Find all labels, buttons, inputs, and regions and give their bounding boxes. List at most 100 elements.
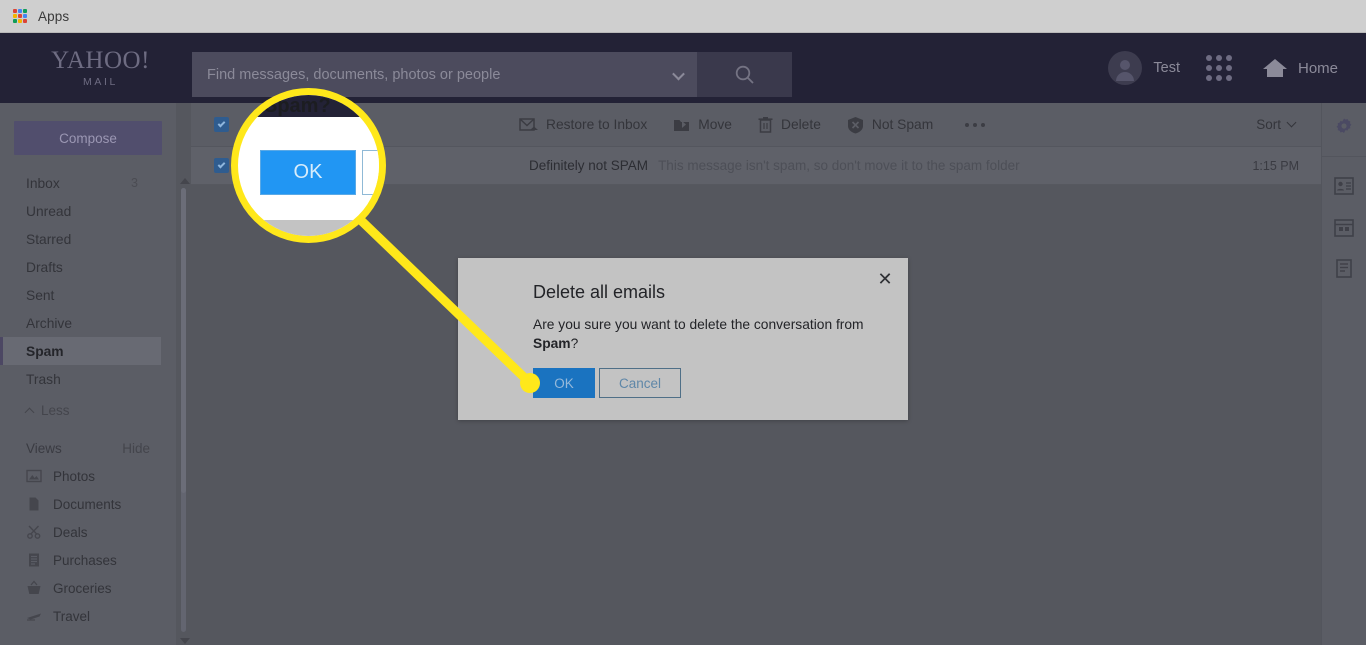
magnified-heading: Spam?	[264, 95, 331, 117]
notepad-icon	[1336, 258, 1352, 278]
chevron-down-icon	[1286, 117, 1297, 128]
view-label: Travel	[53, 608, 91, 624]
sidebar-item-unread[interactable]: Unread	[0, 197, 176, 225]
photo-icon	[26, 469, 42, 483]
magnified-cancel-button[interactable]	[362, 150, 379, 195]
dialog-body-lead: Are you sure you want to delete the conv…	[533, 317, 864, 332]
sidebar-less-toggle[interactable]: Less	[0, 395, 176, 425]
cancel-button[interactable]: Cancel	[599, 368, 681, 398]
toolbar-label: Restore to Inbox	[546, 117, 648, 132]
restore-to-inbox-icon	[519, 117, 538, 131]
account-menu[interactable]: Test	[1108, 51, 1180, 85]
folder-label: Archive	[26, 315, 73, 331]
apps-bookmark-label[interactable]: Apps	[38, 9, 69, 24]
restore-to-inbox-button[interactable]: Restore to Inbox	[519, 117, 647, 133]
sidebar-item-spam[interactable]: Spam	[0, 337, 161, 365]
notepad-button[interactable]	[1332, 256, 1356, 280]
dialog-title: Delete all emails	[533, 282, 666, 302]
magnifier-base-strip	[238, 220, 379, 236]
toolbar-label: Move	[698, 117, 732, 132]
settings-button[interactable]	[1332, 115, 1356, 139]
contacts-icon	[1334, 177, 1354, 195]
views-title: Views	[26, 441, 62, 456]
compose-button[interactable]: Compose	[14, 121, 162, 155]
close-icon[interactable]: ✕	[876, 270, 894, 288]
view-label: Groceries	[53, 580, 112, 596]
sidebar-item-drafts[interactable]: Drafts	[0, 253, 176, 281]
logo-wordmark: YAHOO!	[51, 47, 150, 74]
toolbar-label: Delete	[780, 117, 821, 132]
dialog-body-tail: ?	[570, 336, 579, 351]
magnified-ok-button[interactable]: OK	[260, 150, 356, 195]
account-name: Test	[1153, 60, 1180, 76]
apps-grid-icon[interactable]	[13, 9, 27, 23]
apps-launcher-button[interactable]	[1205, 55, 1232, 81]
calendar-button[interactable]	[1332, 215, 1356, 239]
folder-label: Spam	[26, 343, 64, 359]
folder-label: Unread	[26, 203, 72, 219]
home-link[interactable]: Home	[1262, 57, 1338, 79]
sidebar-item-purchases[interactable]: Purchases	[0, 546, 176, 574]
sidebar-item-trash[interactable]: Trash	[0, 365, 176, 393]
search-input[interactable]: Find messages, documents, photos or peop…	[192, 52, 697, 97]
app-root: Apps YAHOO! MAIL Find messages, document…	[0, 0, 1366, 645]
folder-label: Starred	[26, 231, 72, 247]
scroll-down-arrow[interactable]	[180, 638, 190, 644]
sidebar-scrollbar[interactable]	[180, 178, 190, 644]
dialog-body-folder: Spam	[533, 336, 571, 351]
sidebar-item-photos[interactable]: Photos	[0, 462, 176, 490]
sidebar-item-inbox[interactable]: Inbox 3	[0, 169, 176, 197]
dialog-body: Are you sure you want to delete the conv…	[533, 315, 873, 353]
scissors-icon	[27, 525, 41, 539]
view-label: Deals	[53, 524, 88, 540]
search-button[interactable]	[697, 52, 792, 97]
browser-bookmark-bar: Apps	[0, 0, 1366, 33]
yahoo-mail-logo[interactable]: YAHOO! MAIL	[48, 47, 153, 88]
trash-icon	[758, 117, 773, 133]
ok-button[interactable]: OK	[533, 368, 595, 398]
more-horizontal-icon[interactable]	[965, 122, 986, 127]
sidebar-item-groceries[interactable]: Groceries	[0, 574, 176, 602]
folder-list: Inbox 3 Unread Starred Drafts Sent Archi…	[0, 169, 176, 393]
sidebar-item-archive[interactable]: Archive	[0, 309, 176, 337]
contacts-button[interactable]	[1332, 174, 1356, 198]
gear-icon	[1336, 118, 1352, 133]
unread-badge: 3	[131, 176, 138, 190]
folder-label: Drafts	[26, 259, 63, 275]
message-subject: Definitely not SPAM	[529, 158, 649, 173]
sort-dropdown[interactable]: Sort	[1256, 117, 1297, 132]
chevron-down-icon[interactable]	[672, 67, 685, 80]
callout-anchor-dot	[520, 373, 540, 393]
search-icon	[735, 65, 754, 84]
folder-label: Inbox	[26, 175, 60, 191]
header-right-controls: Test Home	[1108, 33, 1366, 103]
sidebar-item-starred[interactable]: Starred	[0, 225, 176, 253]
views-hide-button[interactable]: Hide	[122, 441, 150, 456]
view-label: Documents	[53, 496, 122, 512]
folder-label: Sent	[26, 287, 55, 303]
magnifier-callout: Spam? OK	[231, 88, 386, 243]
scroll-up-arrow[interactable]	[180, 178, 190, 184]
document-icon	[29, 497, 39, 511]
sidebar-item-travel[interactable]: Travel	[0, 602, 176, 630]
delete-button[interactable]: Delete	[758, 116, 821, 133]
avatar	[1108, 51, 1143, 85]
search-placeholder: Find messages, documents, photos or peop…	[207, 66, 501, 83]
move-folder-icon	[674, 119, 690, 131]
sidebar-item-sent[interactable]: Sent	[0, 281, 176, 309]
folder-label: Trash	[26, 371, 61, 387]
toolbar-actions: Restore to Inbox Move Delete Not Spam	[519, 116, 986, 134]
sidebar-item-deals[interactable]: Deals	[0, 518, 176, 546]
message-checkbox[interactable]	[214, 158, 229, 173]
yahoo-mail-header: YAHOO! MAIL Find messages, documents, ph…	[0, 33, 1366, 103]
sidebar-item-documents[interactable]: Documents	[0, 490, 176, 518]
select-all-checkbox[interactable]	[214, 117, 229, 132]
calendar-icon	[1334, 218, 1354, 237]
search-area: Find messages, documents, photos or peop…	[192, 52, 792, 97]
scrollbar-thumb[interactable]	[181, 188, 186, 493]
chevron-up-icon	[24, 407, 35, 417]
move-button[interactable]: Move	[673, 117, 732, 133]
not-spam-button[interactable]: Not Spam	[847, 116, 933, 134]
view-label: Purchases	[53, 552, 117, 568]
message-snippet: This message isn't spam, so don't move i…	[658, 158, 1020, 173]
